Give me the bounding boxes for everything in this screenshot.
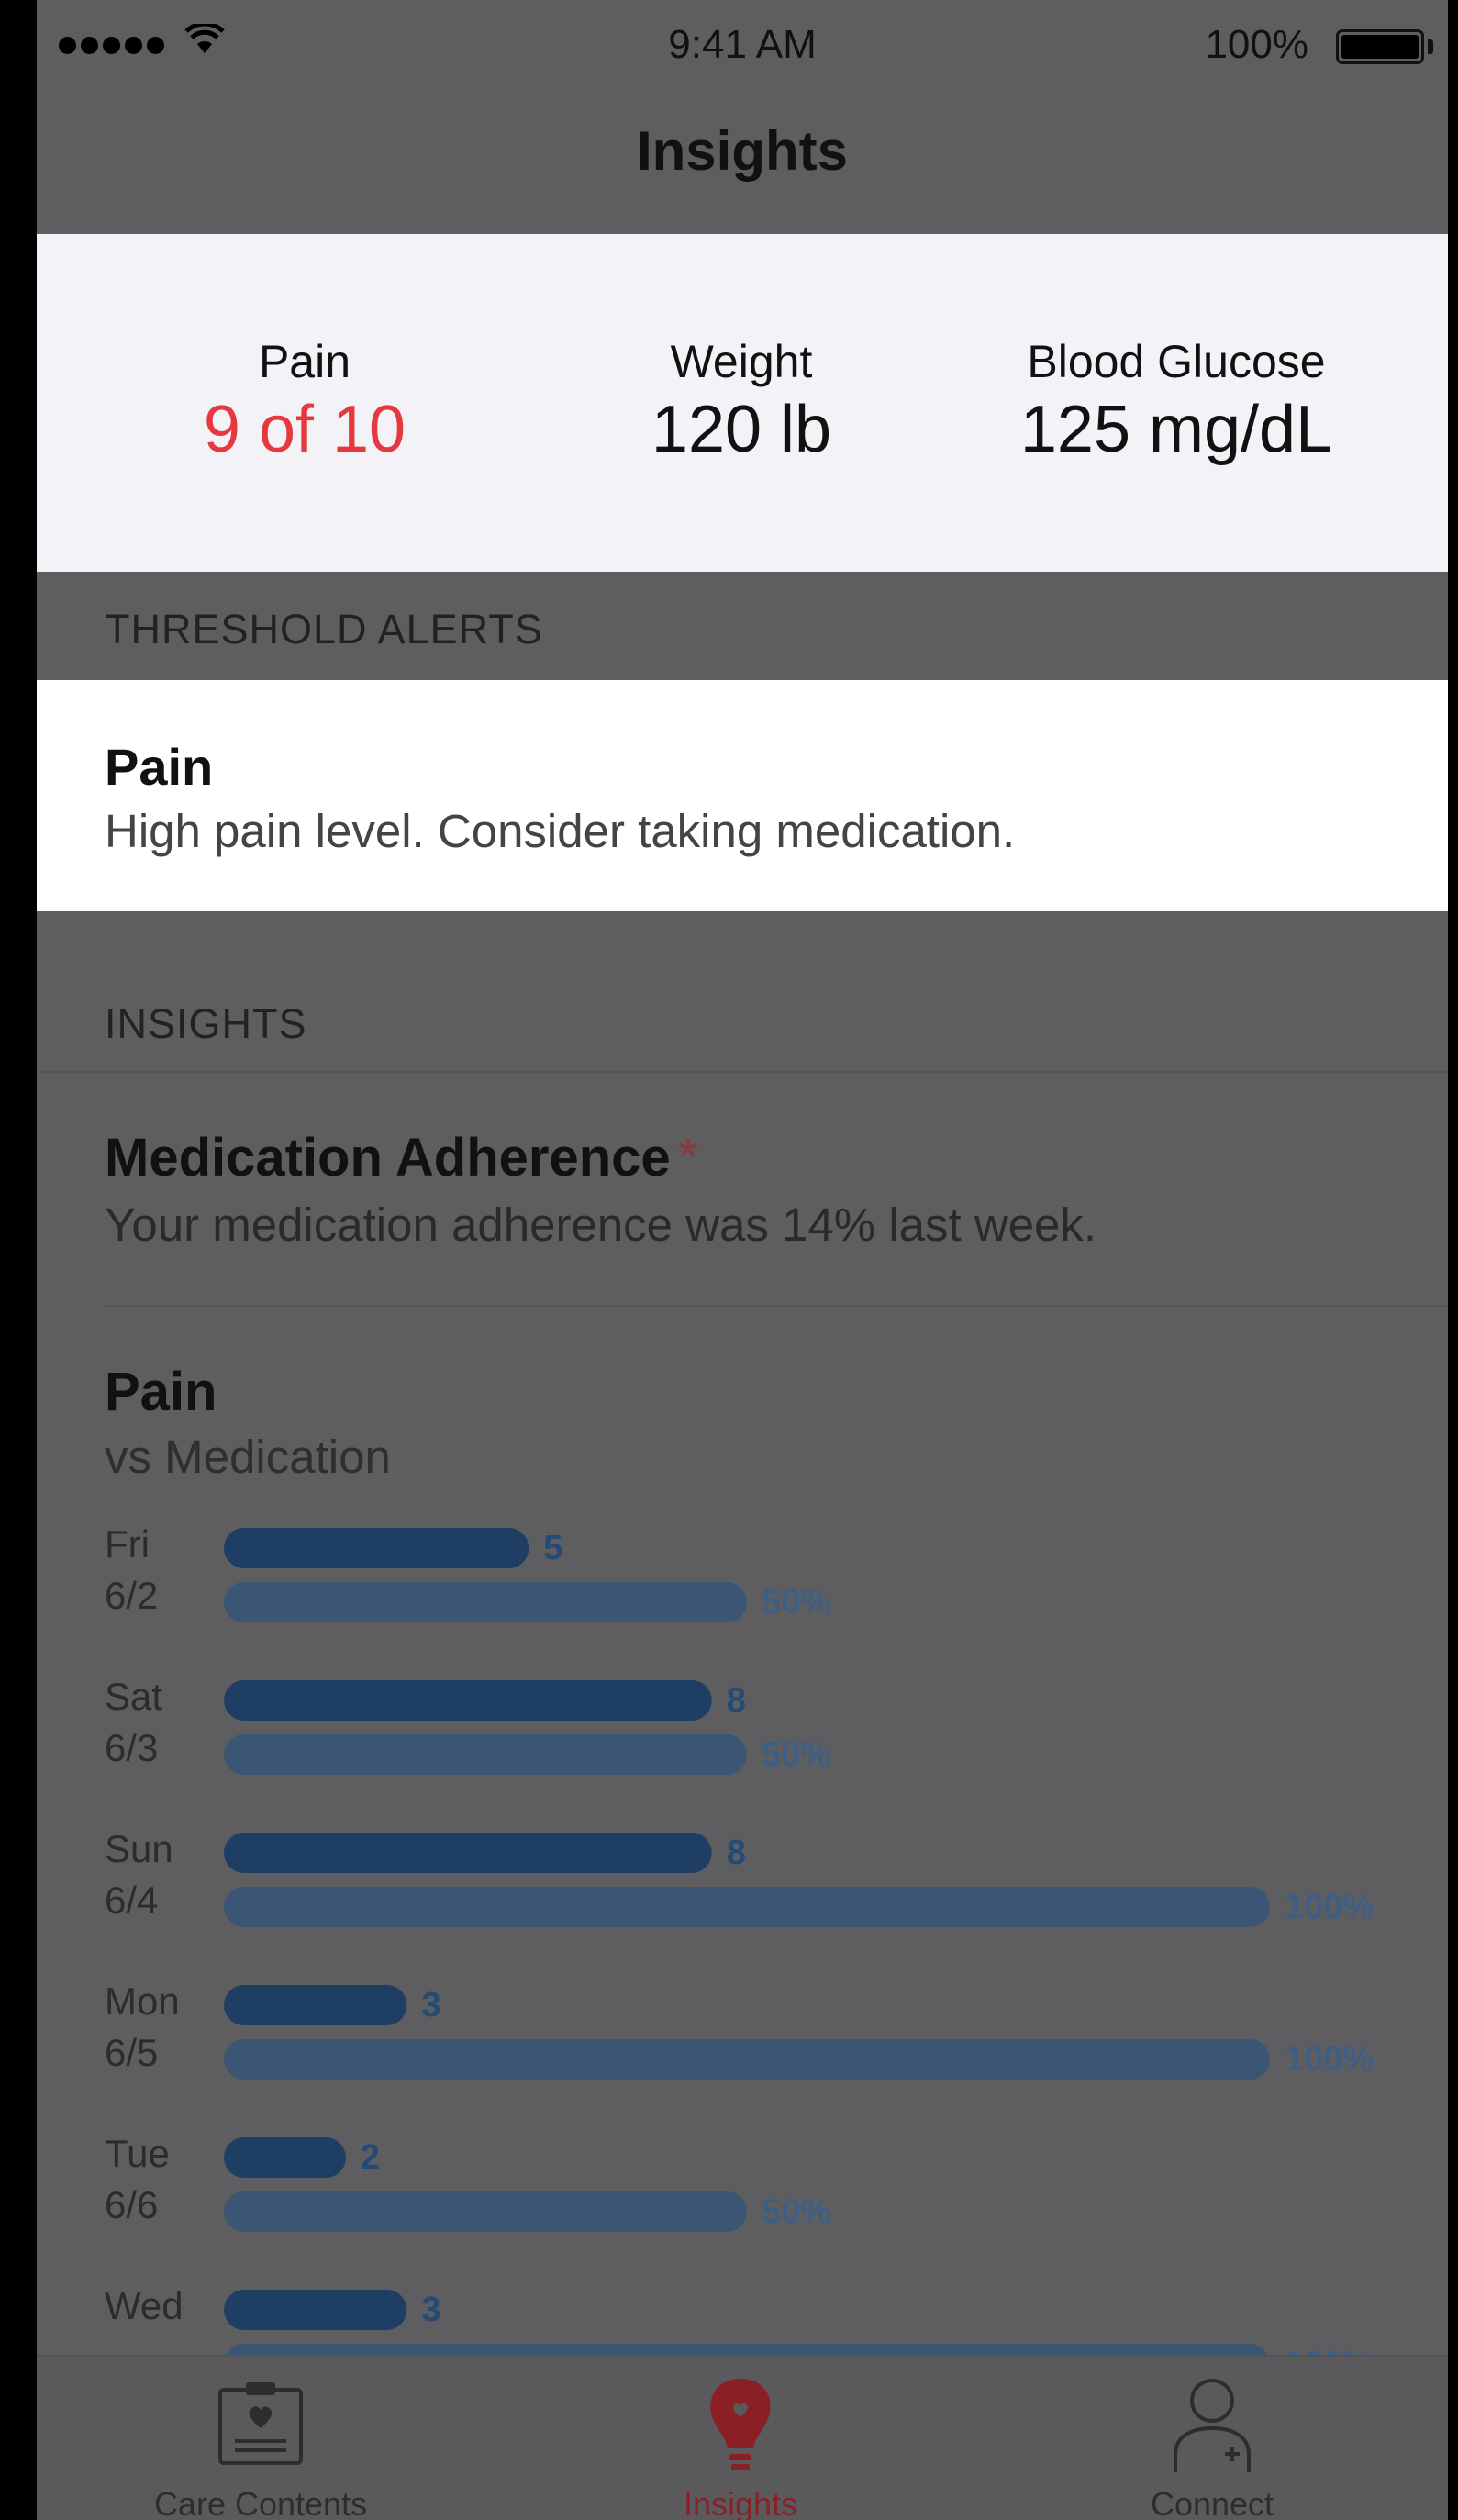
chart-value-label: 50%: [762, 2192, 831, 2231]
chart-day-label: Sat: [105, 1675, 162, 1718]
connect-icon: [1174, 2379, 1251, 2472]
chart-bar: [224, 1985, 407, 2025]
tab-label: Insights: [683, 2485, 798, 2520]
chart-bar: [224, 2191, 747, 2232]
chart-date-label: 6/6: [105, 2183, 158, 2226]
chart-value-label: 2: [361, 2138, 380, 2177]
chart-bar: [224, 1734, 747, 1775]
tab-bar: Care Contents Insights Connect: [37, 2355, 1448, 2520]
chart-date-label: 6/4: [105, 1879, 158, 1922]
chart-day-label: Sun: [105, 1827, 173, 1870]
chart-bar: [224, 2039, 1270, 2080]
tab-label: Care Contents: [153, 2485, 368, 2520]
chart-value-label: 50%: [762, 1735, 831, 1774]
tab-label: Connect: [1150, 2485, 1274, 2520]
pain-vs-medication-chart: Fri 6/2 5 50% Sat 6/3 8 50% Sun 6/4 8 100% Mon 6/5 3 10…: [105, 1522, 1374, 2384]
chart-value-label: 3: [421, 2291, 440, 2329]
chart-bar: [224, 1887, 1270, 1927]
chart-date-label: 6/5: [105, 2031, 158, 2074]
chart-value-label: 50%: [762, 1583, 831, 1622]
chart-value-label: 8: [727, 1681, 746, 1720]
chart-value-label: 100%: [1285, 1888, 1374, 1926]
chart-bar: [224, 2137, 346, 2178]
tab-connect[interactable]: Connect: [1029, 2357, 1396, 2520]
chart-value-label: 8: [727, 1834, 746, 1872]
chart-bar: [224, 1528, 529, 1568]
chart-value-label: 5: [543, 1529, 562, 1567]
chart-bar: [224, 1582, 747, 1622]
chart-bar: [224, 1833, 712, 1873]
insights-icon: [710, 2379, 771, 2470]
chart-value-label: 3: [421, 1986, 440, 2024]
chart-bar: [224, 2290, 407, 2330]
chart-value-label: 100%: [1285, 2040, 1374, 2079]
chart-date-label: 6/3: [105, 1726, 158, 1769]
chart-date-label: 6/2: [105, 1574, 158, 1617]
chart-day-label: Mon: [105, 1979, 180, 2023]
chart-bar: [224, 1680, 712, 1721]
chart-day-label: Tue: [105, 2132, 170, 2175]
tab-insights[interactable]: Insights: [557, 2357, 924, 2520]
chart-day-label: Fri: [105, 1522, 150, 1566]
phone-screen: 9:41 AM 100% Insights Pain 9 of 10 Weigh…: [37, 0, 1448, 2520]
chart-day-label: Wed: [105, 2284, 184, 2327]
tab-care-contents[interactable]: Care Contents: [77, 2357, 444, 2520]
care-contents-icon: [218, 2382, 303, 2465]
